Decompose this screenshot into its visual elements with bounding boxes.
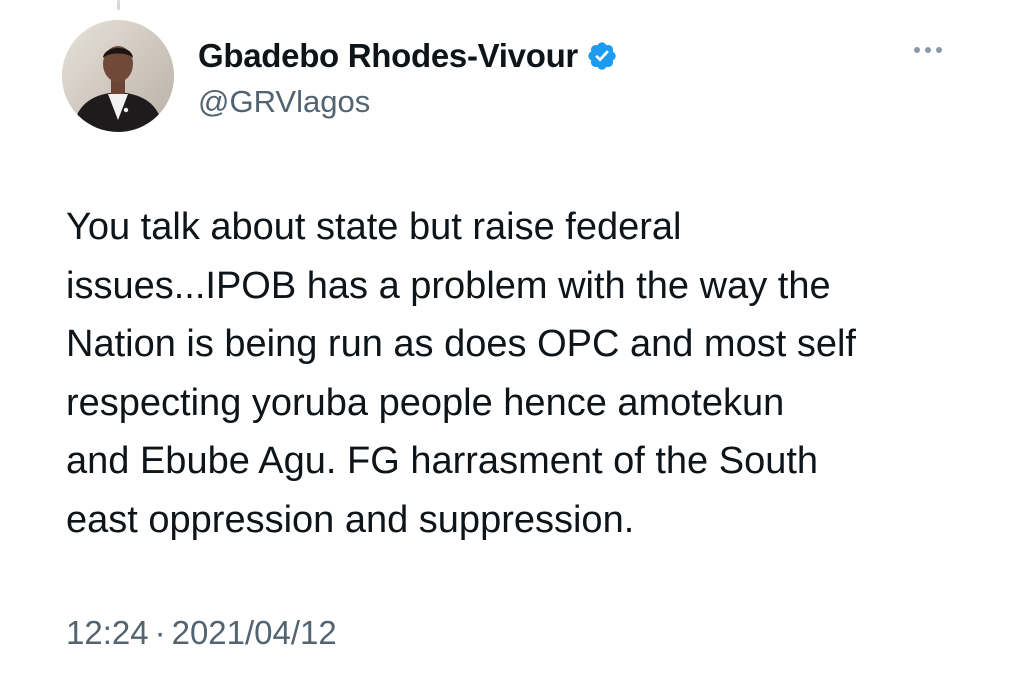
author-display-name[interactable]: Gbadebo Rhodes-Vivour <box>198 37 578 75</box>
more-horizontal-icon <box>914 47 920 53</box>
tweet-text-line: issues...IPOB has a problem with the way… <box>66 264 831 307</box>
more-options-button[interactable] <box>906 38 950 62</box>
more-horizontal-icon-dot <box>936 47 942 53</box>
author-name-row: Gbadebo Rhodes-Vivour <box>198 36 618 76</box>
author-handle[interactable]: @GRVlagos <box>198 84 370 120</box>
tweet-timestamp[interactable]: 12:24 · 2021/04/12 <box>66 614 337 652</box>
verified-badge-icon[interactable] <box>586 40 618 72</box>
tweet-text-line: east oppression and suppression. <box>66 498 635 541</box>
tweet-text: You talk about state but raise federal i… <box>66 198 966 549</box>
avatar[interactable] <box>62 20 174 132</box>
profile-photo-icon <box>62 20 174 132</box>
tweet-text-line: and Ebube Agu. FG harrasment of the Sout… <box>66 440 819 482</box>
tweet-text-line: respecting yoruba people hence amotekun <box>66 381 785 424</box>
more-horizontal-icon-dot <box>925 47 931 53</box>
tweet-time[interactable]: 12:24 <box>66 614 149 651</box>
tweet-date[interactable]: 2021/04/12 <box>172 614 337 651</box>
timestamp-separator: · <box>154 614 166 651</box>
tweet-text-line: Nation is being run as does OPC and most… <box>66 323 856 365</box>
tweet-text-line: You talk about state but raise federal <box>66 206 682 248</box>
tweet: Gbadebo Rhodes-Vivour @GRVlagos You talk… <box>0 0 1024 681</box>
